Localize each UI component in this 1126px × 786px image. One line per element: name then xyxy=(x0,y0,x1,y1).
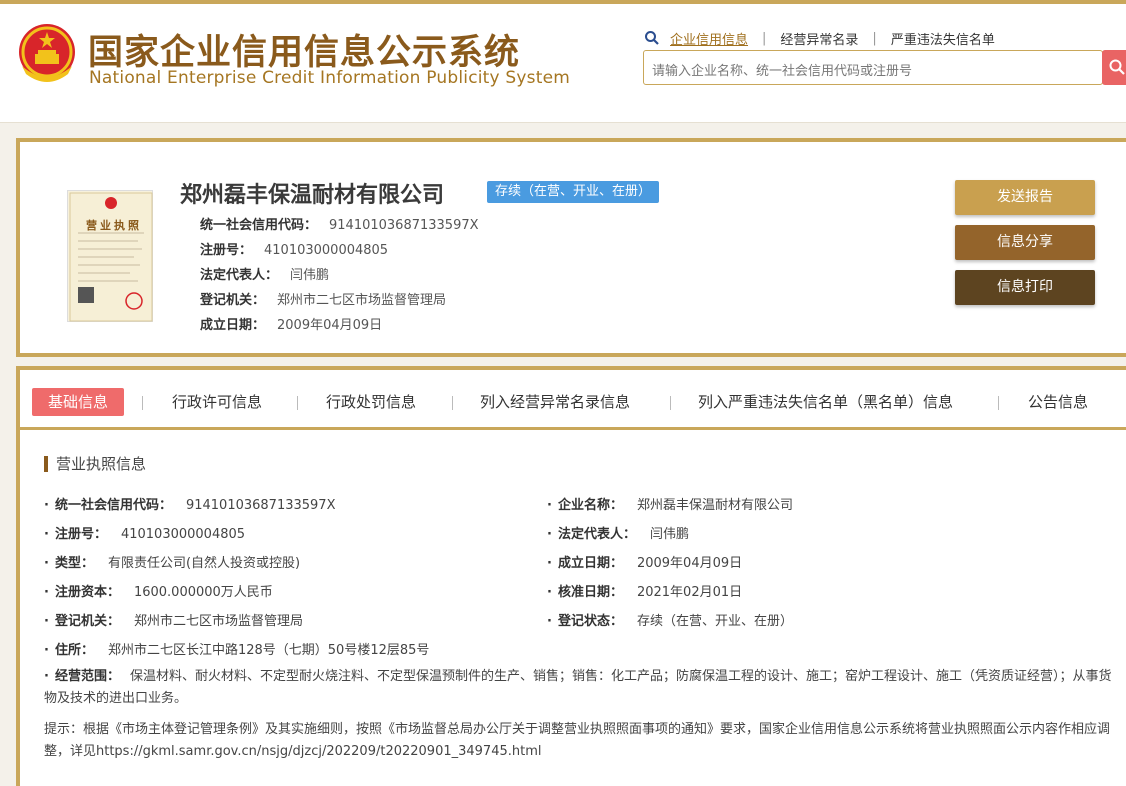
search-icon xyxy=(645,31,659,45)
search-input[interactable]: 请输入企业名称、统一社会信用代码或注册号 xyxy=(643,50,1103,85)
field-type: · 类型： 有限责任公司(自然人投资或控股) xyxy=(44,556,301,571)
tab-divider xyxy=(142,396,143,410)
tab-divider xyxy=(670,396,671,410)
search-tabs: 企业信用信息 | 经营异常名录 | 严重违法失信名单 xyxy=(644,28,995,48)
field-authority: · 登记机关： 郑州市二七区市场监督管理局 xyxy=(44,614,303,629)
tab-admin-license[interactable]: 行政许可信息 xyxy=(172,388,262,416)
tab-blacklist[interactable]: 列入严重违法失信名单（黑名单）信息 xyxy=(698,388,953,416)
national-emblem-icon xyxy=(19,24,75,82)
tab-announcements[interactable]: 公告信息 xyxy=(1028,388,1088,416)
tab-divider: | xyxy=(762,30,767,46)
search-icon xyxy=(1109,59,1125,75)
detail-panel: 基础信息 行政许可信息 行政处罚信息 列入经营异常名录信息 列入严重违法失信名单… xyxy=(16,366,1126,786)
info-legal-rep: 法定代表人： 闫伟鹏 xyxy=(200,268,330,283)
tab-admin-penalty[interactable]: 行政处罚信息 xyxy=(326,388,416,416)
license-caption: 营业执照 xyxy=(86,219,142,232)
tab-abnormal-list[interactable]: 列入经营异常名录信息 xyxy=(480,388,630,416)
search-button[interactable] xyxy=(1102,50,1126,85)
site-header: 国家企业信用信息公示系统 National Enterprise Credit … xyxy=(0,0,1126,123)
field-address: · 住所： 郑州市二七区长江中路128号（七期）50号楼12层85号 xyxy=(44,643,430,658)
status-badge: 存续（在营、开业、在册） xyxy=(487,181,660,203)
info-authority: 登记机关： 郑州市二七区市场监督管理局 xyxy=(200,293,447,308)
share-info-button[interactable]: 信息分享 xyxy=(955,225,1095,260)
tab-divider xyxy=(297,396,298,410)
notice-text: 提示：根据《市场主体登记管理条例》及其实施细则，按照《市场监督总局办公厅关于调整… xyxy=(44,722,1111,759)
info-reg-number: 注册号： 410103000004805 xyxy=(200,243,389,258)
tab-basic-info[interactable]: 基础信息 xyxy=(32,388,125,416)
info-established: 成立日期： 2009年04月09日 xyxy=(200,318,383,333)
search-tab-abnormal[interactable]: 经营异常名录 xyxy=(780,29,858,48)
field-company-name: · 企业名称： 郑州磊丰保温耐材有限公司 xyxy=(547,498,793,513)
print-info-button[interactable]: 信息打印 xyxy=(955,270,1095,305)
tab-bar: 基础信息 行政许可信息 行政处罚信息 列入经营异常名录信息 列入严重违法失信名单… xyxy=(20,370,1126,430)
search-tab-blacklist[interactable]: 严重违法失信名单 xyxy=(891,29,995,48)
section-title: 营业执照信息 xyxy=(44,456,146,472)
field-established: · 成立日期： 2009年04月09日 xyxy=(547,556,743,571)
site-subtitle: National Enterprise Credit Information P… xyxy=(89,68,570,88)
license-image xyxy=(69,192,153,322)
field-reg-status: · 登记状态： 存续（在营、开业、在册） xyxy=(547,614,793,629)
tab-divider xyxy=(452,396,453,410)
field-reg-number: · 注册号： 410103000004805 xyxy=(44,527,246,542)
business-license-thumbnail[interactable]: 营业执照 xyxy=(67,190,153,322)
company-name: 郑州磊丰保温耐材有限公司 xyxy=(180,183,445,208)
info-credit-code: 统一社会信用代码： 91410103687133597X xyxy=(200,218,479,233)
tab-divider: | xyxy=(872,30,877,46)
field-legal-rep: · 法定代表人： 闫伟鹏 xyxy=(547,527,689,542)
search-tab-credit[interactable]: 企业信用信息 xyxy=(670,29,748,48)
company-card: 营业执照 郑州磊丰保温耐材有限公司 存续（在营、开业、在册） 统一社会信用代码：… xyxy=(16,138,1126,357)
field-business-scope: · 经营范围： 保温材料、耐火材料、不定型耐火烧注料、不定型保温预制件的生产、销售；… xyxy=(44,669,1112,706)
field-approval-date: · 核准日期： 2021年02月01日 xyxy=(547,585,743,600)
field-capital: · 注册资本： 1600.000000万人民币 xyxy=(44,585,273,600)
field-credit-code: · 统一社会信用代码： 91410103687133597X xyxy=(44,498,336,513)
send-report-button[interactable]: 发送报告 xyxy=(955,180,1095,215)
tab-divider xyxy=(998,396,999,410)
